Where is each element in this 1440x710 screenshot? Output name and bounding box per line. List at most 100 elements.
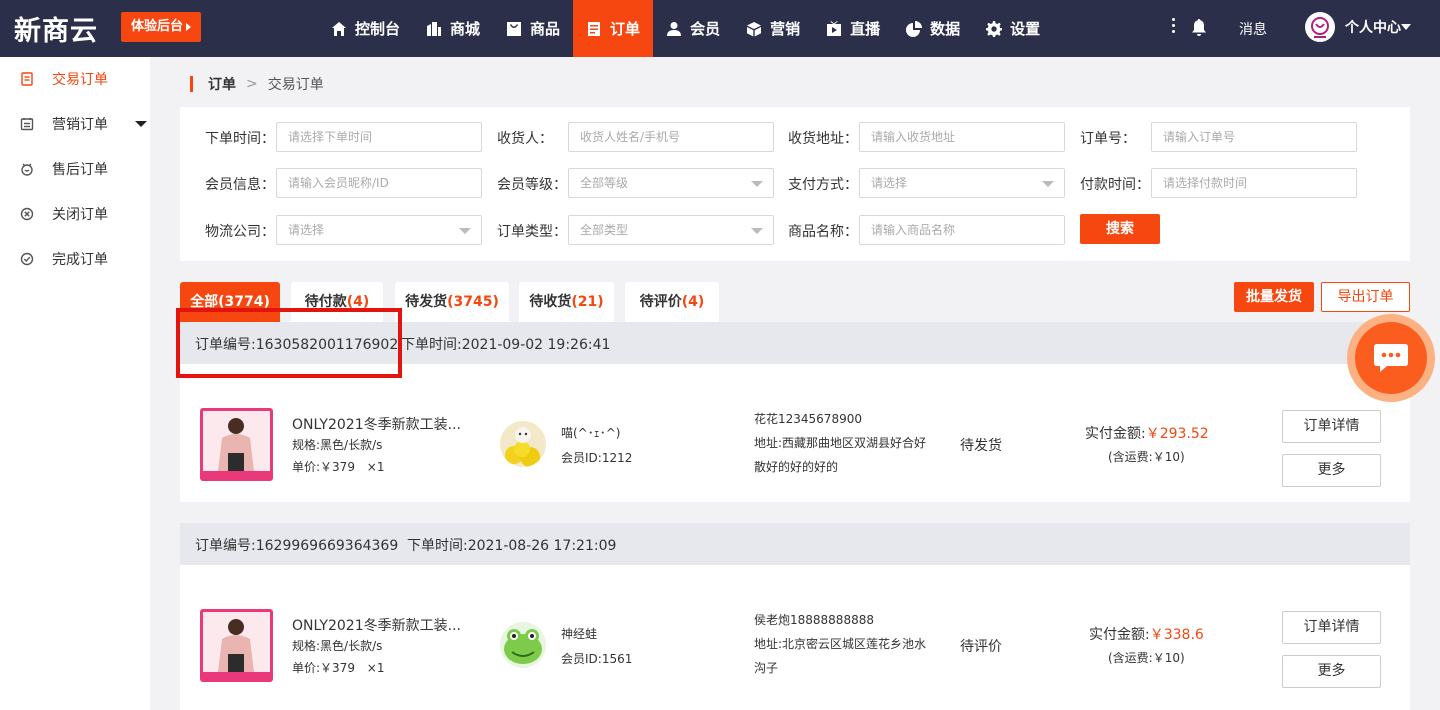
address-input[interactable]: 请输入收货地址: [859, 122, 1065, 152]
more-vertical-icon[interactable]: [1168, 18, 1178, 38]
receiver-address-cont: 散好的好的好的: [754, 460, 839, 474]
service-icon: [21, 163, 33, 176]
order-time-label: 下单时间：: [205, 131, 275, 147]
member-id: 会员ID:1561: [561, 652, 633, 666]
pay-method-select[interactable]: 请选择: [859, 168, 1065, 198]
close-circle-icon: [20, 207, 34, 221]
member-level-label: 会员等级：: [497, 177, 567, 193]
member-info-input[interactable]: 请输入会员昵称/ID: [276, 168, 482, 198]
tab-pending-review[interactable]: 待评价(4): [625, 282, 719, 323]
order-status: 待评价: [960, 639, 1002, 655]
messages-link[interactable]: 消息: [1239, 19, 1267, 39]
order-row: ONLY2021冬季新款工装... 规格:黑色/长款/s 单价:￥379 ×1 …: [180, 565, 1410, 710]
chat-bubble-icon: [1374, 344, 1408, 372]
order-time-input[interactable]: 请选择下单时间: [276, 122, 482, 152]
order-no-label: 订单号：: [1080, 131, 1136, 147]
chevron-down-icon[interactable]: [1401, 24, 1411, 30]
member-avatar: [500, 421, 546, 467]
nav-item-mall[interactable]: 商城: [413, 0, 493, 57]
product-spec: 规格:黑色/长款/s: [292, 438, 383, 452]
product-name-input[interactable]: 请输入商品名称: [859, 215, 1065, 245]
member-level-value: 全部等级: [580, 176, 629, 190]
breadcrumb: 订单 > 交易订单: [190, 74, 324, 94]
order-detail-button[interactable]: 订单详情: [1282, 611, 1381, 644]
sidebar-item-label: 售后订单: [52, 162, 108, 178]
breadcrumb-current: 交易订单: [267, 77, 324, 93]
receiver-input[interactable]: 收货人姓名/手机号: [568, 122, 774, 152]
receiver-info: 侯老炮18888888888: [754, 613, 874, 627]
logistics-select[interactable]: 请选择: [276, 215, 482, 245]
more-button[interactable]: 更多: [1282, 454, 1381, 487]
search-button[interactable]: 搜索: [1080, 214, 1160, 244]
chevron-down-icon: [1042, 181, 1054, 187]
sidebar-item-trade-orders[interactable]: 交易订单: [0, 64, 150, 94]
batch-ship-button[interactable]: 批量发货: [1234, 282, 1314, 312]
breadcrumb-marker: [190, 76, 193, 92]
sidebar-item-label: 完成订单: [52, 252, 108, 268]
breadcrumb-parent[interactable]: 订单: [208, 74, 236, 94]
sidebar-item-marketing-orders[interactable]: 营销订单: [0, 109, 150, 139]
nav-label: 控制台: [355, 20, 401, 38]
order-type-label: 订单类型：: [497, 224, 567, 240]
unit-price: 单价:￥379: [292, 460, 355, 474]
order-status: 待发货: [960, 438, 1002, 454]
nav-item-marketing[interactable]: 营销: [733, 0, 813, 57]
export-orders-button[interactable]: 导出订单: [1321, 282, 1410, 312]
breadcrumb-separator: >: [246, 76, 258, 92]
bell-icon[interactable]: [1191, 19, 1207, 37]
nav-label: 商品: [530, 20, 561, 38]
product-unit-price: 单价:￥379 ×1: [292, 458, 384, 475]
nav-item-members[interactable]: 会员: [653, 0, 733, 57]
tab-pending-receipt[interactable]: 待收货(21): [519, 282, 614, 323]
nav-item-settings[interactable]: 设置: [973, 0, 1053, 57]
receiver-info: 花花12345678900: [754, 412, 862, 426]
tab-pending-shipment[interactable]: 待发货(3745): [395, 282, 509, 323]
brand-logo[interactable]: 新商云: [14, 9, 98, 48]
trial-backend-button[interactable]: 体验后台: [121, 12, 201, 42]
main-nav: 控制台 商城 商品 订单 会员 营销 直播 数据 设置: [318, 0, 1053, 57]
filter-panel: 下单时间： 请选择下单时间 收货人： 收货人姓名/手机号 收货地址： 请输入收货…: [180, 107, 1410, 261]
nav-item-orders[interactable]: 订单: [573, 0, 654, 57]
shipping-fee: (含运费:￥10): [1108, 651, 1185, 665]
order-type-value: 全部类型: [580, 223, 629, 237]
sidebar-item-label: 交易订单: [52, 72, 108, 88]
tab-count: (21): [571, 294, 604, 310]
nav-item-data[interactable]: 数据: [893, 0, 973, 57]
goods-icon: [507, 21, 522, 36]
member-avatar: [500, 622, 546, 668]
caret-down-icon[interactable]: [135, 121, 147, 127]
member-name: 神经蛙: [561, 627, 598, 641]
order-detail-button[interactable]: 订单详情: [1282, 410, 1381, 443]
nav-item-goods[interactable]: 商品: [493, 0, 573, 57]
logistics-value: 请选择: [288, 223, 325, 237]
sidebar-item-closed-orders[interactable]: 关闭订单: [0, 199, 150, 229]
more-button[interactable]: 更多: [1282, 655, 1381, 688]
paid-label: 实付金额:: [1089, 627, 1150, 643]
nav-label: 营销: [770, 20, 801, 38]
product-title[interactable]: ONLY2021冬季新款工装...: [292, 615, 461, 635]
top-navbar: 新商云 体验后台 控制台 商城 商品 订单 会员 营销 直播 数据 设置 消息 …: [0, 0, 1440, 57]
tab-count: (4): [681, 294, 705, 310]
pay-method-value: 请选择: [871, 176, 908, 190]
nav-item-live[interactable]: 直播: [813, 0, 893, 57]
user-center-menu[interactable]: 个人中心: [1345, 17, 1401, 37]
list-icon: [20, 118, 34, 131]
paid-value: ￥293.52: [1145, 426, 1209, 442]
shipping-fee: (含运费:￥10): [1108, 450, 1185, 464]
product-title[interactable]: ONLY2021冬季新款工装...: [292, 414, 461, 434]
sidebar-item-aftersale-orders[interactable]: 售后订单: [0, 154, 150, 184]
avatar[interactable]: [1305, 12, 1335, 42]
order-type-select[interactable]: 全部类型: [568, 215, 774, 245]
order-no-input[interactable]: 请输入订单号: [1151, 122, 1357, 152]
pay-time-input[interactable]: 请选择付款时间: [1151, 168, 1357, 198]
member-level-select[interactable]: 全部等级: [568, 168, 774, 198]
product-thumbnail[interactable]: [200, 609, 273, 682]
member-name: 喵(^･ｪ･^): [561, 426, 621, 440]
nav-item-dashboard[interactable]: 控制台: [318, 0, 413, 57]
product-thumbnail[interactable]: [200, 408, 273, 481]
highlight-annotation: [176, 308, 402, 378]
nav-label: 会员: [690, 20, 721, 38]
receiver-address-cont: 沟子: [754, 661, 779, 675]
sidebar-item-completed-orders[interactable]: 完成订单: [0, 244, 150, 274]
chat-button[interactable]: [1347, 314, 1435, 402]
